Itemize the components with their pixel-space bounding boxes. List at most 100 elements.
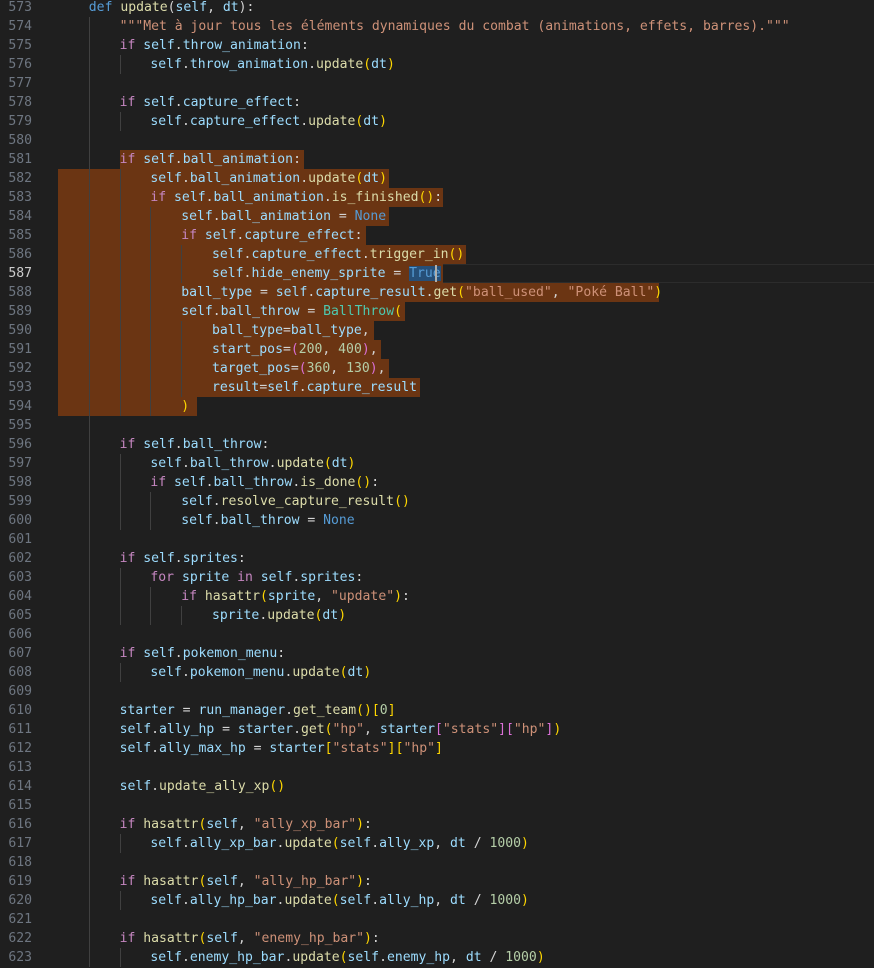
code-line[interactable]: 573 def update(self, dt): <box>0 0 874 17</box>
code-token: capture_result <box>315 285 426 300</box>
indent-guide <box>119 188 121 207</box>
code-token: = <box>290 361 299 376</box>
indent-guide <box>150 492 152 511</box>
code-token: : <box>401 589 410 604</box>
indent-guide <box>119 397 121 416</box>
line-number: 619 <box>8 874 32 889</box>
code-line[interactable]: 607 if self.pokemon_menu: <box>0 644 874 663</box>
code-line[interactable]: 581 if self.ball_animation: <box>0 150 874 169</box>
code-line[interactable]: 617 self.ally_xp_bar.update(self.ally_xp,… <box>0 834 874 853</box>
code-token: . <box>268 456 277 471</box>
code-line[interactable]: 602 if self.sprites: <box>0 549 874 568</box>
code-line[interactable]: 608 self.pokemon_menu.update(dt) <box>0 663 874 682</box>
code-token: None <box>354 209 387 224</box>
code-line[interactable]: 600 self.ball_throw = None <box>0 511 874 530</box>
code-line[interactable]: 598 if self.ball_throw.is_done(): <box>0 473 874 492</box>
line-number: 591 <box>8 342 32 357</box>
code-token: ( <box>457 285 466 300</box>
line-number: 618 <box>8 855 32 870</box>
code-line[interactable]: 575 if self.throw_animation: <box>0 36 874 55</box>
code-line[interactable]: 618 <box>0 853 874 872</box>
code-token: = <box>385 266 410 281</box>
code-line[interactable]: 621 <box>0 910 874 929</box>
code-line[interactable]: 583 if self.ball_animation.is_finished(): <box>0 188 874 207</box>
code-line[interactable]: 615 <box>0 796 874 815</box>
code-line[interactable]: 595 <box>0 416 874 435</box>
line-number: 602 <box>8 551 32 566</box>
code-line[interactable]: 586 self.capture_effect.trigger_in() <box>0 245 874 264</box>
code-line[interactable]: 611 self.ally_hp = starter.get("hp", star… <box>0 720 874 739</box>
code-token: : <box>364 817 372 832</box>
code-token: ally_xp_bar <box>189 836 277 851</box>
code-line[interactable]: 582 self.ball_animation.update(dt) <box>0 169 874 188</box>
code-line[interactable]: 585 if self.capture_effect: <box>0 226 874 245</box>
code-line[interactable]: 623 self.enemy_hp_bar.update(self.enemy_h… <box>0 948 874 967</box>
code-line[interactable]: 616 if hasattr(self, "ally_xp_bar"): <box>0 815 874 834</box>
code-line[interactable]: 612 self.ally_max_hp = starter["stats"]["… <box>0 739 874 758</box>
code-editor[interactable]: 573 def update(self, dt): 574 """Met à jour… <box>0 0 874 968</box>
line-number: 621 <box>8 912 32 927</box>
code-token: self <box>150 456 182 471</box>
code-line[interactable]: 605 sprite.update(dt) <box>0 606 874 625</box>
code-line[interactable]: 578 if self.capture_effect: <box>0 93 874 112</box>
code-line[interactable]: 593 result=self.capture_result <box>0 378 874 397</box>
code-token: self <box>181 494 213 509</box>
indent-guide <box>88 340 90 359</box>
code-text: self.capture_effect.update(dt) <box>150 112 387 131</box>
code-line[interactable]: 620 self.ally_hp_bar.update(self.ally_hp,… <box>0 891 874 910</box>
code-token: . <box>308 57 316 72</box>
code-token: / <box>465 893 490 908</box>
code-line[interactable]: 574 """Met à jour tous les éléments dynam… <box>0 17 874 36</box>
code-token: : <box>293 152 301 167</box>
code-line[interactable]: 591 start_pos=(200, 400), <box>0 340 874 359</box>
line-number: 599 <box>8 494 32 509</box>
code-token: , <box>450 950 466 965</box>
indent-guide <box>119 454 121 473</box>
code-line[interactable]: 601 <box>0 530 874 549</box>
code-token: enemy_hp <box>386 950 451 965</box>
code-line[interactable]: 599 self.resolve_capture_result() <box>0 492 874 511</box>
code-token: ball_throw <box>213 475 293 490</box>
line-number: 609 <box>8 684 32 699</box>
code-line[interactable]: 610 starter = run_manager.get_team()[0] <box>0 701 874 720</box>
code-line[interactable]: 614 self.update_ally_xp() <box>0 777 874 796</box>
code-token: ) <box>394 589 402 604</box>
code-line[interactable]: 594) <box>0 397 874 416</box>
code-token: sprite <box>267 589 316 604</box>
code-token: if <box>119 874 144 889</box>
code-token: , <box>434 893 451 908</box>
code-line[interactable]: 580 <box>0 131 874 150</box>
code-line[interactable]: 597 self.ball_throw.update(dt) <box>0 454 874 473</box>
code-line[interactable]: 619 if hasattr(self, "ally_hp_bar"): <box>0 872 874 891</box>
code-line[interactable]: 588 ball_type = self.capture_result.get("… <box>0 283 874 302</box>
indent-guide <box>150 378 152 397</box>
code-line[interactable]: 589 self.ball_throw = BallThrow( <box>0 302 874 321</box>
code-token: BallThrow <box>323 304 395 319</box>
code-line[interactable]: 577 <box>0 74 874 93</box>
code-line[interactable]: 584 self.ball_animation = None <box>0 207 874 226</box>
code-line[interactable]: 592 target_pos=(360, 130), <box>0 359 874 378</box>
code-line[interactable]: 576 self.throw_animation.update(dt) <box>0 55 874 74</box>
line-number: 614 <box>8 779 32 794</box>
code-line[interactable]: 590 ball_type=ball_type, <box>0 321 874 340</box>
code-line[interactable]: 609 <box>0 682 874 701</box>
code-line[interactable]: 606 <box>0 625 874 644</box>
code-token: () <box>356 703 372 718</box>
code-token: self <box>150 114 182 129</box>
indent-guide <box>119 663 121 682</box>
code-line[interactable]: 603 for sprite in self.sprites: <box>0 568 874 587</box>
code-token: is_finished <box>331 190 419 205</box>
code-line[interactable]: 579 self.capture_effect.update(dt) <box>0 112 874 131</box>
indent-guide <box>88 188 90 207</box>
code-line[interactable]: 596 if self.ball_throw: <box>0 435 874 454</box>
code-token: : <box>300 38 309 53</box>
code-token: = <box>174 703 199 718</box>
code-token: ) <box>347 456 356 471</box>
code-line[interactable]: 622 if hasattr(self, "enemy_hp_bar"): <box>0 929 874 948</box>
code-token: update <box>120 0 168 15</box>
code-line[interactable]: 613 <box>0 758 874 777</box>
code-line[interactable]: 604 if hasattr(sprite, "update"): <box>0 587 874 606</box>
code-token: = <box>282 323 291 338</box>
line-number: 620 <box>8 893 32 908</box>
code-line[interactable]: 587 self.hide_enemy_sprite = True <box>0 264 874 283</box>
